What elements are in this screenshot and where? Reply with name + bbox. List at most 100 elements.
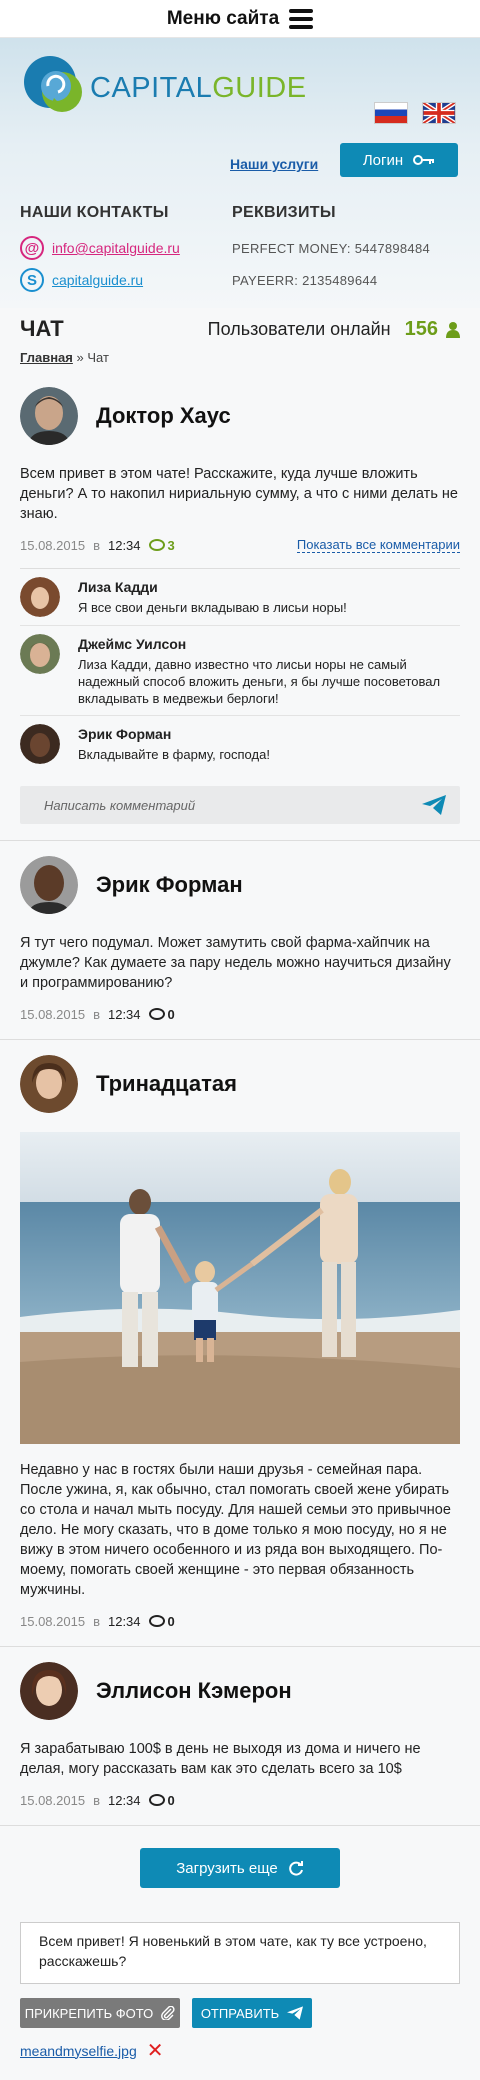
requisites-block: РЕКВИЗИТЫ PERFECT MONEY: 5447898484 PAYE… [232, 204, 430, 296]
contacts-block: НАШИ КОНТАКТЫ @ info@capitalguide.ru S c… [20, 204, 180, 296]
user-icon [446, 321, 460, 338]
comment-text: Вкладывайте в фарму, господа! [78, 747, 270, 762]
post-author: Эллисон Кэмерон [20, 1659, 460, 1723]
remove-file-icon[interactable]: ✕ [147, 2038, 164, 2063]
avatar[interactable] [20, 1662, 78, 1720]
post-at: в [93, 537, 100, 553]
chat-header: ЧАТ Пользователи онлайн 156 Главная » Ча… [0, 308, 480, 372]
attached-file-name[interactable]: meandmyselfie.jpg [20, 2043, 137, 2059]
avatar[interactable] [20, 856, 78, 914]
flag-ru-icon[interactable] [374, 102, 408, 124]
comment-author[interactable]: Эрик Форман [78, 726, 270, 742]
logo-icon [24, 56, 82, 112]
comment-count-value: 3 [167, 537, 175, 553]
logo[interactable]: CAPITALGUIDE [20, 52, 307, 118]
avatar[interactable] [20, 724, 60, 764]
avatar[interactable] [20, 577, 60, 617]
comment-text: Лиза Кадди, давно известно что лисьи нор… [78, 657, 441, 706]
post-time: 12:34 [107, 537, 141, 553]
contacts-title: НАШИ КОНТАКТЫ [20, 204, 169, 221]
comment-count[interactable]: 0 [148, 1792, 175, 1808]
post-date: 15.08.2015 [20, 1006, 86, 1022]
comment-count-value: 0 [167, 1792, 175, 1808]
attach-photo-button[interactable]: ПРИКРЕПИТЬ ФОТО [20, 1998, 180, 2028]
key-icon [413, 155, 435, 165]
post-meta: 15.08.2015 в 12:34 3 Показать все коммен… [20, 536, 460, 554]
page-title: ЧАТ [20, 316, 64, 341]
avatar[interactable] [20, 1055, 78, 1113]
refresh-icon [288, 1861, 303, 1876]
chat-post: Доктор Хаус Всем привет в этом чате! Рас… [0, 372, 480, 841]
logo-text-capital: CAPITAL [90, 71, 213, 104]
users-online-count: 156 [404, 318, 438, 340]
send-icon[interactable] [422, 795, 446, 815]
login-button[interactable]: Логин [340, 143, 458, 177]
hamburger-icon[interactable] [289, 8, 314, 29]
site-menu-bar[interactable]: Меню сайта [0, 0, 480, 38]
post-at: в [93, 1006, 100, 1022]
post-date: 15.08.2015 [20, 537, 86, 553]
author-name[interactable]: Эрик Форман [96, 872, 243, 898]
language-switcher [374, 102, 456, 124]
breadcrumb-current: Чат [87, 350, 109, 365]
comment-author[interactable]: Джеймс Уилсон [78, 636, 460, 652]
post-time: 12:34 [107, 1613, 141, 1629]
breadcrumb-home[interactable]: Главная [20, 350, 73, 365]
post-meta: 15.08.2015 в 12:34 0 [20, 1791, 460, 1809]
post-photo[interactable] [20, 1132, 460, 1444]
flag-uk-icon[interactable] [422, 102, 456, 124]
post-date: 15.08.2015 [20, 1613, 86, 1629]
comment-count[interactable]: 0 [148, 1613, 175, 1629]
users-online: Пользователи онлайн 156 [208, 318, 460, 341]
post-at: в [93, 1792, 100, 1808]
show-all-comments-link[interactable]: Показать все комментарии [296, 537, 460, 553]
comment-icon [148, 1794, 165, 1806]
comment-count[interactable]: 0 [148, 1007, 175, 1022]
login-label: Логин [362, 151, 404, 169]
requisite-payeer: PAYEERR: 2135489644 [232, 272, 378, 288]
attached-file: meandmyselfie.jpg ✕ [20, 2038, 460, 2063]
load-more-label: Загрузить еще [176, 1859, 278, 1877]
author-name[interactable]: Тринадцатая [96, 1071, 237, 1097]
compose-actions: ПРИКРЕПИТЬ ФОТО ОТПРАВИТЬ [20, 1998, 460, 2028]
post-time: 12:34 [107, 1792, 141, 1808]
comment-input[interactable]: Написать комментарий [20, 786, 460, 824]
post-text: Я зарабатываю 100$ в день не выходя из д… [20, 1741, 421, 1777]
avatar[interactable] [20, 634, 60, 674]
chat-post: Эллисон Кэмерон Я зарабатываю 100$ в ден… [0, 1647, 480, 1826]
requisites-title: РЕКВИЗИТЫ [232, 204, 336, 221]
comment-author[interactable]: Лиза Кадди [78, 579, 347, 595]
attach-photo-label: ПРИКРЕПИТЬ ФОТО [24, 2005, 154, 2021]
skype-icon: S [20, 268, 44, 292]
post-date: 15.08.2015 [20, 1792, 86, 1808]
post-author: Доктор Хаус [20, 384, 460, 448]
send-label: ОТПРАВИТЬ [200, 2005, 280, 2021]
contact-email: @ info@capitalguide.ru [20, 232, 180, 264]
comment-count[interactable]: 3 [148, 537, 175, 553]
author-name[interactable]: Эллисон Кэмерон [96, 1678, 292, 1704]
post-text: Недавно у нас в гостях были наши друзья … [20, 1462, 451, 1598]
comment-count-value: 0 [167, 1613, 175, 1629]
send-button[interactable]: ОТПРАВИТЬ [192, 1998, 312, 2028]
chat-post: Эрик Форман Я тут чего подумал. Может за… [0, 841, 480, 1040]
post-meta: 15.08.2015 в 12:34 0 [20, 1005, 460, 1023]
contact-skype: S capitalguide.ru [20, 264, 180, 296]
users-online-label: Пользователи онлайн [207, 319, 391, 339]
email-link[interactable]: info@capitalguide.ru [52, 240, 180, 256]
comment-icon [148, 1615, 165, 1627]
comment-text: Я все свои деньги вкладываю в лисьи норы… [78, 600, 347, 615]
logo-text: CAPITALGUIDE [90, 72, 307, 105]
post-time: 12:34 [107, 1006, 141, 1022]
post-at: в [93, 1613, 100, 1629]
skype-link[interactable]: capitalguide.ru [52, 272, 143, 288]
post-meta: 15.08.2015 в 12:34 0 [20, 1612, 460, 1630]
breadcrumb-separator: » [76, 350, 84, 365]
services-link[interactable]: Наши услуги [230, 156, 318, 172]
message-textarea[interactable]: Всем привет! Я новенький в этом чате, ка… [20, 1922, 460, 1984]
author-name[interactable]: Доктор Хаус [96, 403, 231, 429]
load-more-button[interactable]: Загрузить еще [140, 1848, 340, 1888]
post-author: Тринадцатая [20, 1052, 460, 1116]
avatar[interactable] [20, 387, 78, 445]
email-icon: @ [20, 236, 44, 260]
chat-post: Тринадцатая Недавно у нас в гостях были … [0, 1040, 480, 1647]
